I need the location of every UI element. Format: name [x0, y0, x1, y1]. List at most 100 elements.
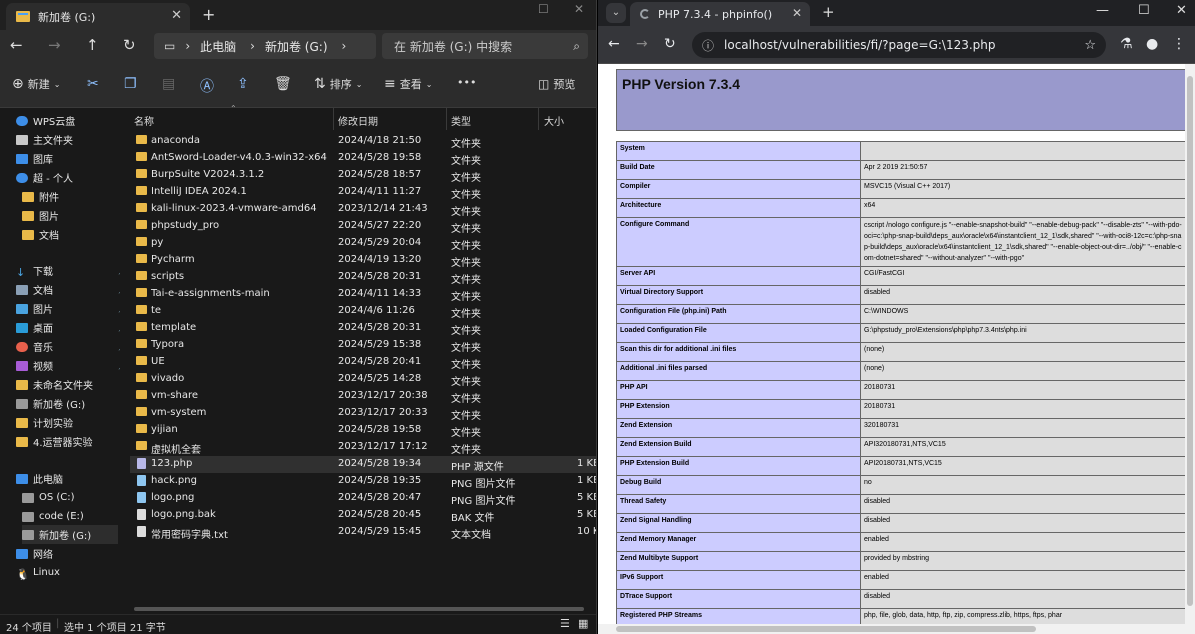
refresh-icon[interactable]: ↻	[123, 36, 136, 54]
sidebar-item-downloads[interactable]: ↓下载📌	[16, 261, 134, 280]
up-icon[interactable]: ↑	[86, 36, 99, 54]
close-window-icon[interactable]: ✕	[574, 2, 584, 16]
sidebar-item-documents[interactable]: 文档📌	[16, 280, 134, 299]
file-row[interactable]: 123.php 2024/5/28 19:34 PHP 源文件 1 KB	[130, 456, 596, 473]
sidebar-item-drive-g-selected[interactable]: 新加卷 (G:)	[22, 525, 118, 544]
copy-icon[interactable]: ❐	[124, 76, 137, 92]
new-tab-button[interactable]: +	[822, 3, 835, 21]
file-row[interactable]: UE 2024/5/28 20:41 文件夹	[130, 354, 596, 371]
close-tab-icon[interactable]: ✕	[171, 8, 182, 23]
file-row[interactable]: yijian 2024/5/28 19:58 文件夹	[130, 422, 596, 439]
file-row[interactable]: vm-system 2023/12/17 20:33 文件夹	[130, 405, 596, 422]
folder-icon	[136, 322, 147, 331]
tab-search-icon[interactable]: ⌄	[606, 3, 626, 23]
sidebar-item-desktop[interactable]: 桌面📌	[16, 318, 134, 337]
sidebar-item-music[interactable]: 音乐📌	[16, 337, 134, 356]
folder-icon	[136, 288, 147, 297]
details-view-icon[interactable]: ☰	[560, 617, 570, 630]
sidebar-item-plan[interactable]: 计划实验	[16, 413, 134, 432]
sidebar-label: 新加卷 (G:)	[33, 400, 86, 411]
forward-icon[interactable]: →	[636, 36, 648, 52]
column-divider[interactable]	[538, 108, 539, 130]
forward-icon[interactable]: →	[48, 36, 61, 54]
labs-flask-icon[interactable]: ⚗	[1120, 36, 1133, 52]
sidebar-item-home[interactable]: 主文件夹	[16, 130, 134, 149]
cut-icon[interactable]: ✂	[87, 76, 99, 92]
sidebar-item-wps[interactable]: WPS云盘	[16, 111, 134, 130]
file-row[interactable]: logo.png 2024/5/28 20:47 PNG 图片文件 5 KB	[130, 490, 596, 507]
file-row[interactable]: py 2024/5/29 20:04 文件夹	[130, 235, 596, 252]
file-row[interactable]: logo.png.bak 2024/5/28 20:45 BAK 文件 5 KB	[130, 507, 596, 524]
vertical-scrollbar[interactable]	[1185, 64, 1195, 634]
maximize-icon[interactable]: ☐	[538, 2, 549, 16]
column-header-date[interactable]: 修改日期	[338, 110, 378, 130]
breadcrumb-this-pc[interactable]: 此电脑	[200, 38, 236, 55]
scroll-thumb[interactable]	[616, 626, 1036, 632]
file-row[interactable]: 虚拟机全套 2023/12/17 17:12 文件夹	[130, 439, 596, 456]
more-button[interactable]: •••	[457, 76, 476, 89]
site-info-icon[interactable]: ⓘ	[702, 37, 714, 54]
sidebar-item-this-pc[interactable]: 此电脑	[16, 469, 134, 488]
close-window-icon[interactable]: ✕	[1176, 3, 1187, 18]
file-row[interactable]: kali-linux-2023.4-vmware-amd64 2023/12/14…	[130, 201, 596, 218]
breadcrumb-drive[interactable]: 新加卷 (G:)	[265, 38, 328, 55]
share-icon[interactable]: ⇪	[237, 76, 249, 92]
back-icon[interactable]: ←	[10, 36, 23, 54]
file-row[interactable]: IntelliJ IDEA 2024.1 2024/4/11 11:27 文件夹	[130, 184, 596, 201]
file-row[interactable]: template 2024/5/28 20:31 文件夹	[130, 320, 596, 337]
browser-tab[interactable]: PHP 7.3.4 - phpinfo() ✕	[630, 2, 810, 26]
url-bar[interactable]: ⓘ localhost/vulnerabilities/fi/?page=G:\…	[692, 32, 1106, 58]
scroll-thumb[interactable]	[1187, 76, 1193, 606]
file-row[interactable]: scripts 2024/5/28 20:31 文件夹	[130, 269, 596, 286]
sidebar-item-ops[interactable]: 4.运营器实验	[16, 432, 134, 451]
column-header-name[interactable]: 名称	[134, 110, 154, 130]
column-divider[interactable]	[446, 108, 447, 130]
sidebar-item-unnamed-folder[interactable]: 未命名文件夹	[16, 375, 134, 394]
sidebar-item-linux[interactable]: 🐧 Linux	[16, 563, 134, 582]
file-row[interactable]: 常用密码字典.txt 2024/5/29 15:45 文本文档 10 KB	[130, 524, 596, 541]
file-row[interactable]: hack.png 2024/5/28 19:35 PNG 图片文件 1 KB	[130, 473, 596, 490]
column-divider[interactable]	[333, 108, 334, 130]
sidebar-item-drive-g[interactable]: 新加卷 (G:)	[16, 394, 134, 413]
file-row[interactable]: Typora 2024/5/29 15:38 文件夹	[130, 337, 596, 354]
close-tab-icon[interactable]: ✕	[792, 6, 802, 20]
file-row[interactable]: BurpSuite V2024.3.1.2 2024/5/28 18:57 文件夹	[130, 167, 596, 184]
preview-button[interactable]: ◫ 预览	[538, 76, 575, 92]
menu-kebab-icon[interactable]: ⋮	[1172, 36, 1186, 52]
chevron-right-icon[interactable]: ›	[342, 39, 347, 53]
file-row[interactable]: Tai-e-assignments-main 2024/4/11 14:33 文件夹	[130, 286, 596, 303]
search-input[interactable]: 在 新加卷 (G:) 中搜索 ⌕	[382, 33, 588, 59]
rename-icon[interactable]: Ⓐ	[200, 76, 214, 96]
horizontal-scrollbar[interactable]	[134, 607, 584, 611]
sidebar-item-pictures-quick[interactable]: 图片📌	[16, 299, 134, 318]
minimize-icon[interactable]: —	[1096, 3, 1109, 18]
new-tab-button[interactable]: +	[202, 5, 215, 24]
file-row[interactable]: vm-share 2023/12/17 20:38 文件夹	[130, 388, 596, 405]
back-icon[interactable]: ←	[608, 36, 620, 52]
column-header-size[interactable]: 大小	[544, 110, 564, 130]
explorer-tab[interactable]: 新加卷 (G:) ✕	[6, 3, 190, 30]
file-row[interactable]: vivado 2024/5/25 14:28 文件夹	[130, 371, 596, 388]
address-bar[interactable]: ▭ › 此电脑 › 新加卷 (G:) ›	[154, 33, 376, 59]
bookmark-star-icon[interactable]: ☆	[1084, 38, 1096, 53]
tiles-view-icon[interactable]: ▦	[578, 617, 588, 630]
paste-icon[interactable]: ▤	[162, 76, 175, 92]
reload-icon[interactable]: ↻	[664, 36, 676, 52]
sidebar-item-video[interactable]: 视频📌	[16, 356, 134, 375]
file-row[interactable]: AntSword-Loader-v4.0.3-win32-x64 2024/5/2…	[130, 150, 596, 167]
new-button[interactable]: ⊕ 新建 ⌄	[12, 76, 60, 92]
profile-avatar-icon[interactable]: ●	[1146, 36, 1158, 52]
maximize-icon[interactable]: ☐	[1138, 3, 1150, 18]
delete-icon[interactable]: 🗑	[274, 76, 292, 92]
file-row[interactable]: Pycharm 2024/4/19 13:20 文件夹	[130, 252, 596, 269]
sort-button[interactable]: ⇅ 排序 ⌄	[314, 76, 362, 92]
sidebar-item-gallery[interactable]: 图库	[16, 149, 134, 168]
sidebar-item-network[interactable]: 网络	[16, 544, 134, 563]
file-row[interactable]: te 2024/4/6 11:26 文件夹	[130, 303, 596, 320]
file-row[interactable]: anaconda 2024/4/18 21:50 文件夹	[130, 133, 596, 150]
column-header-type[interactable]: 类型	[451, 110, 471, 130]
file-row[interactable]: phpstudy_pro 2024/5/27 22:20 文件夹	[130, 218, 596, 235]
view-button[interactable]: ≡ 查看 ⌄	[384, 76, 432, 92]
horizontal-scrollbar[interactable]	[598, 624, 1185, 634]
sidebar-item-personal[interactable]: 超 - 个人	[16, 168, 134, 187]
